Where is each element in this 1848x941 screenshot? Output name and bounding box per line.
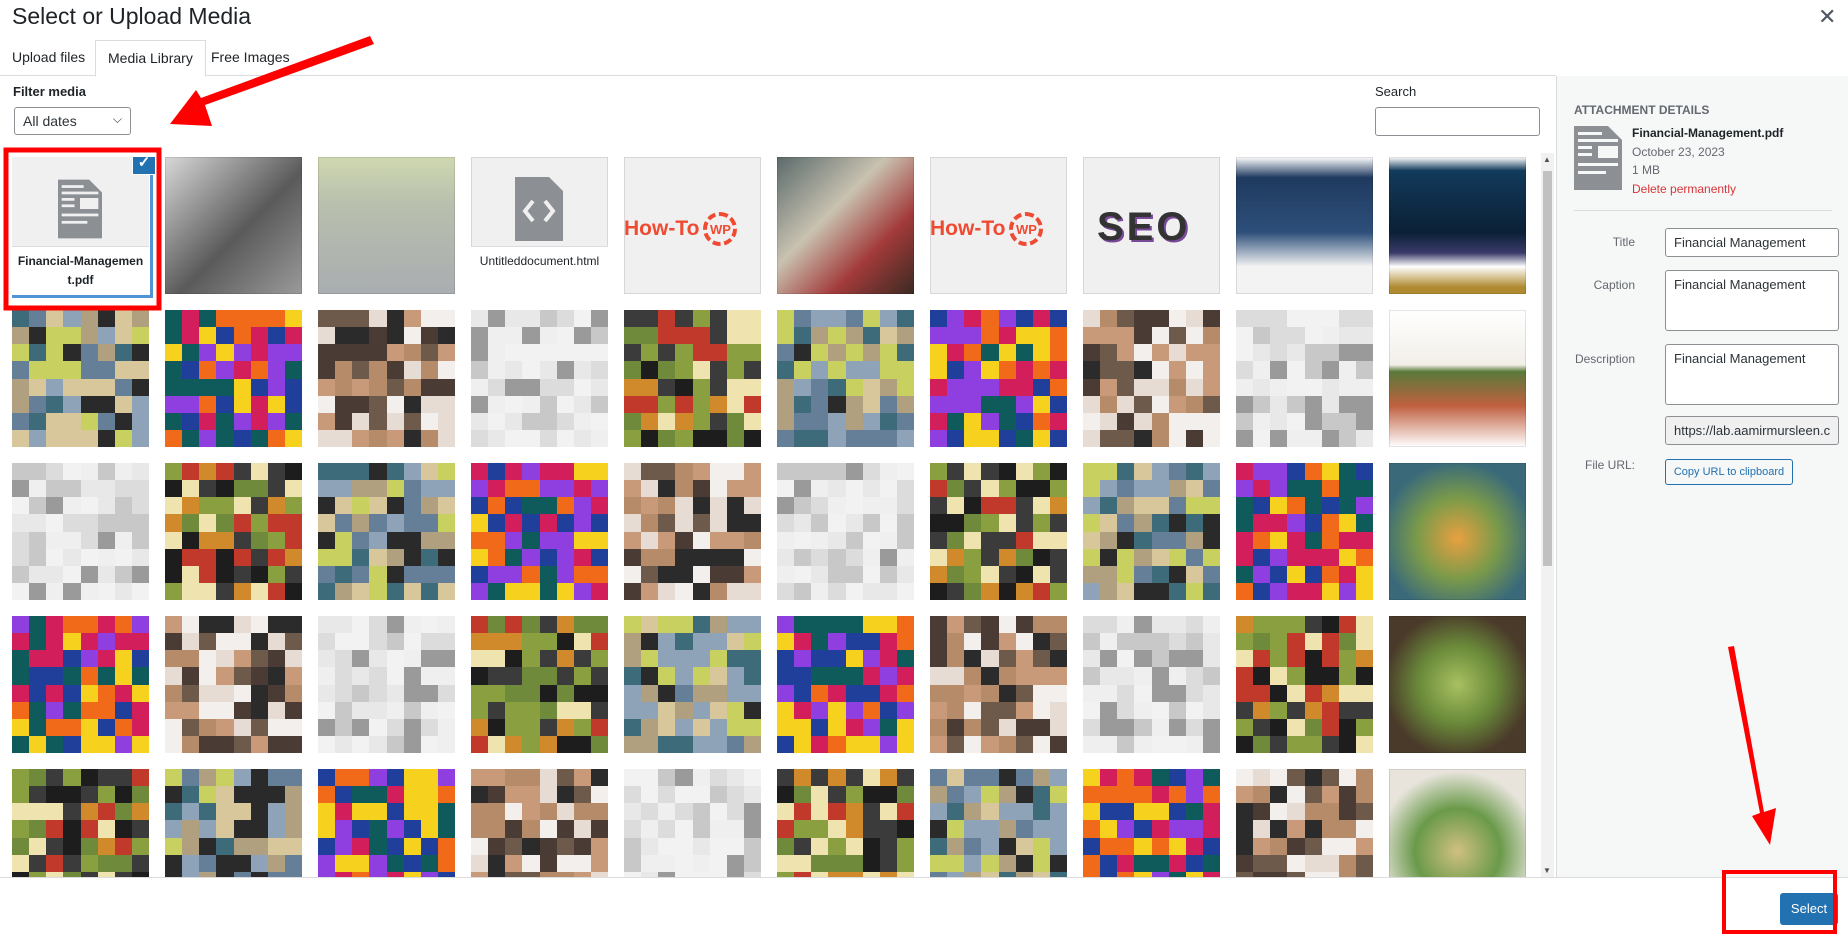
- description-label: Description: [1574, 352, 1635, 366]
- media-item-image[interactable]: [624, 463, 761, 600]
- media-item-howto-logo[interactable]: How-To WP: [624, 157, 761, 294]
- media-item-image[interactable]: [318, 463, 455, 600]
- tab-upload-files[interactable]: Upload files: [0, 40, 97, 76]
- media-grid: Financial-Management.pdf ✓ Untitleddocumen…: [12, 157, 1537, 877]
- file-url-input[interactable]: https://lab.aamirmursleen.c: [1665, 416, 1839, 445]
- media-item-image[interactable]: [318, 157, 455, 294]
- media-item-image[interactable]: [1083, 616, 1220, 753]
- media-item-image[interactable]: [1236, 310, 1373, 447]
- scrollbar-thumb[interactable]: [1543, 171, 1552, 566]
- media-item-image[interactable]: [12, 616, 149, 753]
- logo-text: How-To: [624, 217, 700, 240]
- attachment-size: 1 MB: [1632, 163, 1661, 177]
- media-item-image[interactable]: [1389, 157, 1526, 294]
- media-item-image[interactable]: [930, 616, 1067, 753]
- scroll-down-icon[interactable]: ▼: [1543, 866, 1551, 875]
- search-input[interactable]: [1375, 107, 1540, 136]
- media-item-image[interactable]: [318, 769, 455, 877]
- checkmark-icon[interactable]: ✓: [132, 157, 156, 175]
- wp-gear-logo-icon: WP: [1009, 212, 1044, 246]
- tab-media-library[interactable]: Media Library: [95, 40, 206, 77]
- scrollbar[interactable]: ▲ ▼: [1541, 153, 1554, 877]
- media-item-seo[interactable]: SEO: [1083, 157, 1220, 294]
- title-input[interactable]: Financial Management: [1665, 228, 1839, 257]
- file-url-label-text: File URL:: [1584, 458, 1635, 472]
- close-icon[interactable]: ✕: [1818, 4, 1836, 30]
- wp-gear-logo-icon: WP: [703, 212, 738, 246]
- logo-text: How-To: [930, 217, 1006, 240]
- seo-text: SEO: [1097, 205, 1191, 249]
- media-item-image[interactable]: [930, 310, 1067, 447]
- media-item-food-image[interactable]: [1389, 769, 1526, 877]
- media-item-image[interactable]: [1236, 463, 1373, 600]
- media-item-image[interactable]: [624, 616, 761, 753]
- media-item-image[interactable]: [471, 769, 608, 877]
- select-button[interactable]: Select: [1780, 893, 1838, 925]
- caption-label: Caption: [1593, 278, 1635, 292]
- media-item-image[interactable]: [12, 310, 149, 447]
- media-item-image[interactable]: [471, 310, 608, 447]
- media-item-image[interactable]: [624, 769, 761, 877]
- media-item-image[interactable]: [318, 310, 455, 447]
- file-url-label: File URL:: [1557, 458, 1635, 472]
- tab-free-images[interactable]: Free Images: [199, 40, 302, 76]
- delete-permanently-link[interactable]: Delete permanently: [1632, 182, 1736, 196]
- attachment-date: October 23, 2023: [1632, 145, 1725, 159]
- media-item-image[interactable]: [1236, 769, 1373, 877]
- media-item-image[interactable]: [165, 769, 302, 877]
- date-filter-select[interactable]: All dates ⌵: [14, 107, 131, 135]
- media-item-food-image[interactable]: [1389, 616, 1526, 753]
- media-item-selected[interactable]: Financial-Management.pdf ✓: [12, 157, 156, 294]
- chevron-down-icon: ⌵: [112, 112, 122, 126]
- modal-footer: Select: [0, 877, 1848, 941]
- title-label: Title: [1612, 235, 1635, 249]
- media-item-howto-logo[interactable]: How-To WP: [930, 157, 1067, 294]
- media-item-html[interactable]: Untitleddocument.html: [471, 157, 608, 294]
- attachment-details-heading: ATTACHMENT DETAILS: [1574, 103, 1710, 117]
- filter-media-label: Filter media: [13, 84, 86, 99]
- media-item-image[interactable]: [165, 310, 302, 447]
- document-icon: [58, 179, 102, 239]
- media-item-image[interactable]: [1083, 463, 1220, 600]
- media-item-image[interactable]: [165, 157, 302, 294]
- media-item-image[interactable]: [1236, 157, 1373, 294]
- attachment-details-panel: ATTACHMENT DETAILS Financial-Management.…: [1556, 76, 1848, 877]
- search-label: Search: [1375, 84, 1417, 99]
- media-item-image[interactable]: [165, 463, 302, 600]
- scroll-up-icon[interactable]: ▲: [1543, 155, 1551, 164]
- media-item-filename: Financial-Management.pdf: [12, 246, 149, 294]
- description-textarea[interactable]: Financial Management: [1665, 344, 1839, 405]
- copy-url-button[interactable]: Copy URL to clipboard: [1665, 459, 1793, 485]
- media-item-image[interactable]: [930, 463, 1067, 600]
- date-filter-value: All dates: [23, 113, 77, 129]
- media-item-image[interactable]: [777, 616, 914, 753]
- media-item-image[interactable]: [318, 616, 455, 753]
- media-item-image[interactable]: [1083, 310, 1220, 447]
- media-item-image[interactable]: [12, 463, 149, 600]
- media-item-image[interactable]: [777, 310, 914, 447]
- media-item-image[interactable]: [1236, 616, 1373, 753]
- media-item-food-image[interactable]: [1389, 463, 1526, 600]
- media-item-image[interactable]: [777, 157, 914, 294]
- media-item-image[interactable]: [1083, 769, 1220, 877]
- media-item-image[interactable]: [777, 769, 914, 877]
- divider: [1574, 210, 1832, 211]
- media-item-image[interactable]: [12, 769, 149, 877]
- code-file-icon: [515, 177, 563, 241]
- media-item-filename: Untitleddocument.html: [471, 246, 608, 294]
- caption-textarea[interactable]: Financial Management: [1665, 270, 1839, 331]
- media-item-image[interactable]: [930, 769, 1067, 877]
- modal-title: Select or Upload Media: [12, 3, 252, 29]
- media-item-image[interactable]: [624, 310, 761, 447]
- media-item-image[interactable]: [777, 463, 914, 600]
- document-icon: [1574, 126, 1622, 190]
- tab-bar: Upload files Media Library Free Images: [0, 40, 1556, 77]
- media-item-image[interactable]: [165, 616, 302, 753]
- media-item-image[interactable]: [471, 463, 608, 600]
- media-item-image[interactable]: [471, 616, 608, 753]
- attachment-filename: Financial-Management.pdf: [1632, 126, 1784, 140]
- media-item-food-image[interactable]: [1389, 310, 1526, 447]
